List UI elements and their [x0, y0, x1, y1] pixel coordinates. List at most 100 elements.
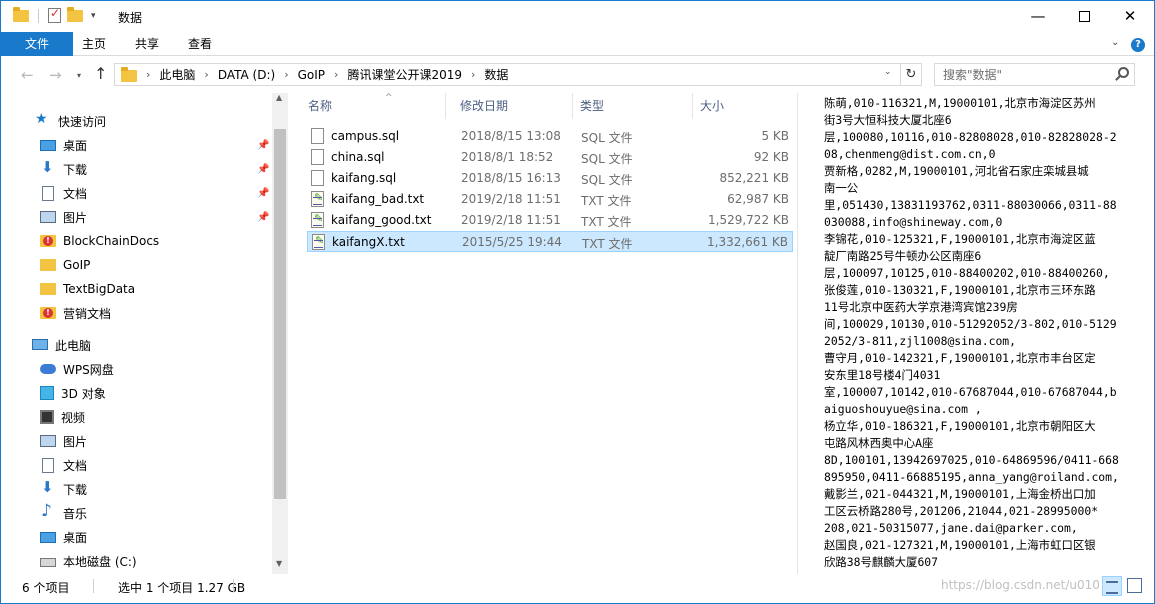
txt-file-icon [311, 212, 324, 228]
customize-toolbar-chevron-icon[interactable]: ▾ [91, 11, 96, 21]
nav-item-music[interactable]: 音乐 [40, 501, 87, 524]
details-view-button[interactable] [1102, 576, 1122, 596]
nav-quick-access[interactable]: 快速访问 [35, 110, 106, 132]
nav-item-local-disk-c[interactable]: 本地磁盘 (C:) [40, 550, 137, 572]
document-icon [42, 457, 54, 473]
nav-label: TextBigData [63, 282, 136, 296]
breadcrumb-separator-icon[interactable]: › [284, 68, 288, 81]
file-row[interactable]: kaifang_good.txt 2019/2/18 11:51 TXT 文件 … [307, 210, 793, 231]
preview-line: 杨立华,010-186321,F,19000101,北京市朝阳区大 [824, 419, 1096, 433]
tab-file[interactable]: 文件 [1, 32, 73, 56]
file-type: TXT 文件 [581, 215, 632, 229]
scroll-up-arrow-icon[interactable]: ▲ [276, 93, 282, 102]
pin-icon[interactable]: 📌 [257, 140, 269, 151]
recent-locations-chevron-icon[interactable]: ▾ [77, 71, 81, 80]
nav-item-wps-drive[interactable]: WPS网盘 [40, 358, 114, 380]
nav-item-downloads-pc[interactable]: 下载 [40, 478, 87, 500]
help-icon[interactable]: ? [1131, 38, 1145, 52]
nav-item-downloads[interactable]: 下载 [40, 158, 87, 180]
preview-line: 欣路38号麒麟大厦607 [824, 555, 939, 569]
nav-item-videos[interactable]: 视频 [40, 406, 85, 428]
file-name: kaifangX.txt [332, 235, 405, 249]
nav-label: 本地磁盘 (C:) [63, 554, 137, 569]
up-button[interactable]: ↑ [94, 64, 107, 83]
desktop-icon [40, 532, 56, 543]
address-bar[interactable]: › 此电脑 › DATA (D:) › GoIP › 腾讯课堂公开课2019 ›… [114, 63, 901, 86]
file-row[interactable]: kaifang_bad.txt 2019/2/18 11:51 TXT 文件 6… [307, 189, 793, 210]
tab-share[interactable]: 共享 [132, 32, 162, 56]
column-header-size[interactable]: 大小 [693, 93, 791, 119]
search-icon[interactable] [1118, 67, 1129, 78]
file-type: SQL 文件 [581, 131, 633, 145]
column-header-type[interactable]: 类型 [573, 93, 693, 119]
search-box[interactable] [934, 63, 1135, 86]
breadcrumb-this-pc[interactable]: 此电脑 [159, 66, 195, 83]
large-icons-view-button[interactable] [1127, 578, 1142, 593]
nav-item-3d-objects[interactable]: 3D 对象 [40, 382, 106, 404]
tab-view[interactable]: 查看 [185, 32, 215, 56]
preview-line: 贾新格,0282,M,19000101,河北省石家庄栾城县城 [824, 164, 1089, 178]
preview-pane[interactable]: 陈萌,010-116321,M,19000101,北京市海淀区苏州 街3号大恒科技… [797, 93, 1154, 574]
maximize-button[interactable] [1061, 1, 1107, 31]
file-row[interactable]: china.sql 2018/8/1 18:52 SQL 文件 92 KB [307, 147, 793, 168]
file-row-selected[interactable]: kaifangX.txt 2015/5/25 19:44 TXT 文件 1,33… [307, 231, 793, 252]
properties-icon[interactable] [48, 6, 61, 23]
breadcrumb-goip[interactable]: GoIP [298, 68, 325, 82]
file-date: 2019/2/18 11:51 [461, 192, 561, 206]
nav-item-goip[interactable]: GoIP [40, 254, 90, 276]
nav-item-documents[interactable]: 文档 [40, 182, 87, 204]
window-title: 数据 [118, 11, 143, 25]
file-row[interactable]: campus.sql 2018/8/15 13:08 SQL 文件 5 KB [307, 126, 793, 147]
nav-this-pc[interactable]: 此电脑 [32, 334, 91, 356]
new-folder-icon[interactable] [67, 6, 83, 22]
cloud-icon [40, 364, 56, 374]
minimize-button[interactable]: — [1015, 1, 1061, 31]
preview-line: 陈萌,010-116321,M,19000101,北京市海淀区苏州 [824, 96, 1096, 110]
nav-item-pictures[interactable]: 图片 [40, 206, 87, 228]
breadcrumb-separator-icon[interactable]: › [204, 68, 208, 81]
scroll-down-arrow-icon[interactable]: ▼ [276, 559, 282, 568]
nav-item-desktop[interactable]: 桌面 [40, 134, 87, 156]
pin-icon[interactable]: 📌 [257, 164, 269, 175]
nav-item-marketing-docs[interactable]: 营销文档 [40, 302, 111, 324]
file-row[interactable]: kaifang.sql 2018/8/15 16:13 SQL 文件 852,2… [307, 168, 793, 189]
nav-item-textbigdata[interactable]: TextBigData [40, 278, 135, 300]
nav-item-blockchaindocs[interactable]: BlockChainDocs [40, 230, 159, 252]
tab-home[interactable]: 主页 [79, 32, 109, 56]
preview-line: 安东里18号楼4门4031 [824, 368, 941, 382]
breadcrumb-separator-icon[interactable]: › [471, 68, 475, 81]
breadcrumb-drive[interactable]: DATA (D:) [218, 68, 275, 82]
nav-item-documents-pc[interactable]: 文档 [40, 454, 87, 476]
search-input[interactable] [943, 66, 1113, 84]
nav-item-desktop-pc[interactable]: 桌面 [40, 526, 87, 548]
column-header-date[interactable]: 修改日期 [453, 93, 573, 119]
preview-line: 张俊莲,010-130321,F,19000101,北京市三环东路 [824, 283, 1096, 297]
nav-label: BlockChainDocs [63, 234, 160, 248]
nav-item-pictures-pc[interactable]: 图片 [40, 430, 87, 452]
pin-icon[interactable]: 📌 [257, 188, 269, 199]
column-header-name[interactable]: ^ 名称 [301, 93, 446, 119]
folder-warning-icon [40, 235, 56, 247]
file-list: ^ 名称 修改日期 类型 大小 campus.sql 2018/8/15 13:… [290, 93, 796, 574]
forward-button[interactable]: → [49, 66, 62, 84]
breadcrumb-separator-icon[interactable]: › [146, 68, 150, 81]
nav-label: 文档 [63, 186, 88, 201]
breadcrumb-course[interactable]: 腾讯课堂公开课2019 [347, 66, 462, 83]
breadcrumb-separator-icon[interactable]: › [334, 68, 338, 81]
nav-scrollbar[interactable]: ▲ ▼ [272, 93, 288, 574]
pin-icon[interactable]: 📌 [257, 212, 269, 223]
download-icon [40, 478, 56, 496]
download-icon [40, 158, 56, 176]
address-history-chevron-icon[interactable]: ⌄ [884, 67, 892, 77]
file-name: kaifang_bad.txt [331, 192, 425, 206]
refresh-button[interactable]: ↻ [901, 63, 922, 86]
breadcrumb-current[interactable]: 数据 [484, 66, 508, 83]
back-button[interactable]: ← [21, 66, 34, 84]
expand-ribbon-chevron-icon[interactable]: ⌄ [1111, 37, 1119, 48]
music-icon [40, 501, 56, 521]
scrollbar-thumb[interactable] [274, 129, 286, 499]
close-button[interactable]: ✕ [1107, 1, 1153, 31]
toolbar-separator [38, 8, 39, 23]
preview-text: 陈萌,010-116321,M,19000101,北京市海淀区苏州 街3号大恒科技… [824, 95, 1129, 571]
preview-line: 层,100097,10125,010-88400202,010-88400260… [824, 266, 1110, 280]
